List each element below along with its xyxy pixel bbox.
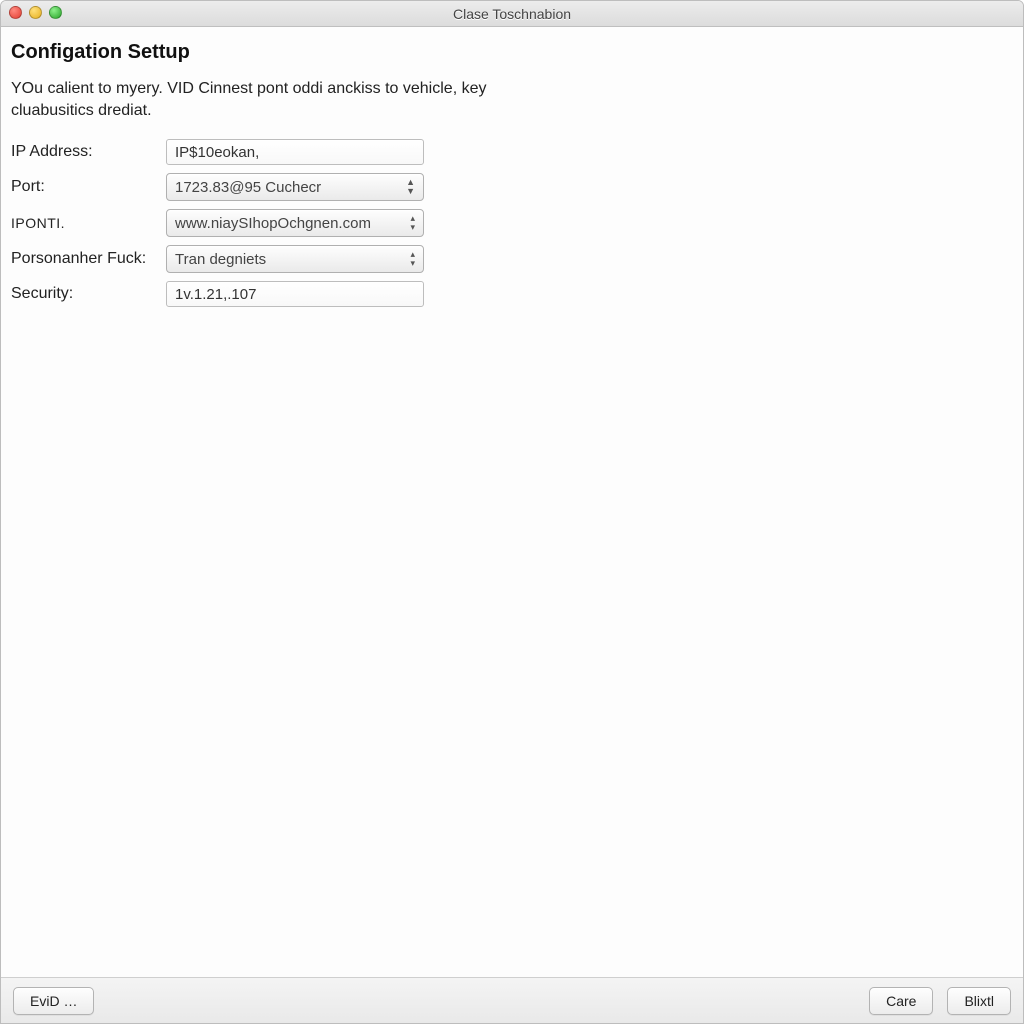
row-port: Port: 1723.83@95 Cuchecr ▲▼ (11, 173, 1007, 201)
label-ip-address: IP Address: (11, 143, 166, 161)
iponti-value: www.niaySIhopOchgnen.com (175, 215, 371, 232)
window: Clase Toschnabion Configation Settup YOu… (0, 0, 1024, 1024)
porsonanher-value: Tran degniets (175, 251, 266, 268)
label-iponti: IPONTI. (11, 215, 166, 231)
evid-button-label: EviD … (30, 993, 77, 1009)
page-title: Configation Settup (11, 41, 1007, 64)
close-icon[interactable] (9, 6, 22, 19)
port-value: 1723.83@95 Cuchecr (175, 179, 321, 196)
chevron-updown-icon: ▴▾ (406, 250, 415, 268)
zoom-icon[interactable] (49, 6, 62, 19)
content-area: Configation Settup YOu calient to myery.… (1, 27, 1023, 977)
care-button[interactable]: Care (869, 987, 933, 1015)
row-iponti: IPONTI. www.niaySIhopOchgnen.com ▴▾ (11, 209, 1007, 237)
footer: EviD … Care Blixtl (1, 977, 1023, 1023)
row-security: Security: (11, 281, 1007, 307)
window-title: Clase Toschnabion (453, 6, 571, 22)
blixtl-button-label: Blixtl (964, 993, 994, 1009)
blixtl-button[interactable]: Blixtl (947, 987, 1011, 1015)
row-porsonanher: Porsonanher Fuck: Tran degniets ▴▾ (11, 245, 1007, 273)
footer-right: Care Blixtl (869, 987, 1011, 1015)
security-input[interactable] (166, 281, 424, 307)
titlebar: Clase Toschnabion (1, 1, 1023, 27)
label-porsonanher: Porsonanher Fuck: (11, 250, 166, 268)
porsonanher-combo[interactable]: Tran degniets ▴▾ (166, 245, 424, 273)
evid-button[interactable]: EviD … (13, 987, 94, 1015)
iponti-combo[interactable]: www.niaySIhopOchgnen.com ▴▾ (166, 209, 424, 237)
care-button-label: Care (886, 993, 916, 1009)
minimize-icon[interactable] (29, 6, 42, 19)
window-controls (9, 6, 62, 19)
chevron-updown-icon: ▲▼ (402, 178, 415, 196)
label-security: Security: (11, 285, 166, 303)
row-ip-address: IP Address: (11, 139, 1007, 165)
page-description: YOu calient to myery. VID Cinnest pont o… (11, 78, 571, 121)
ip-address-input[interactable] (166, 139, 424, 165)
chevron-updown-icon: ▴▾ (406, 214, 415, 232)
label-port: Port: (11, 178, 166, 196)
port-combo[interactable]: 1723.83@95 Cuchecr ▲▼ (166, 173, 424, 201)
